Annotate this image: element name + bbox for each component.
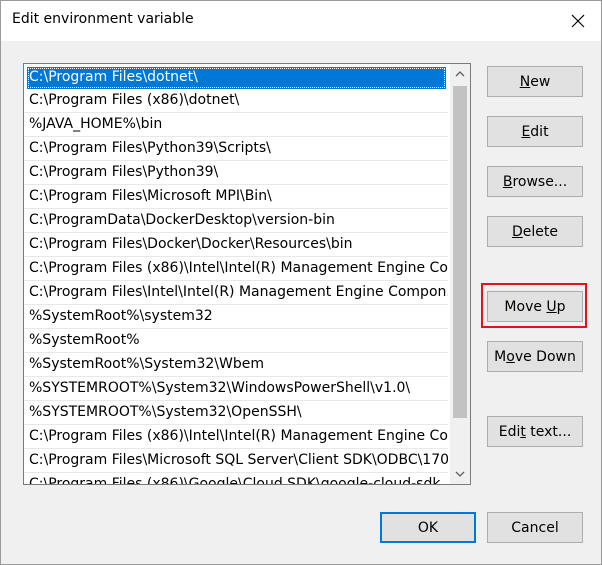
close-icon bbox=[571, 14, 585, 28]
vertical-scrollbar[interactable] bbox=[450, 64, 470, 484]
ok-button-label: OK bbox=[417, 519, 439, 536]
scroll-down-button[interactable] bbox=[450, 464, 470, 484]
cancel-button[interactable]: Cancel bbox=[487, 512, 583, 543]
path-list-item[interactable]: C:\Program Files\Python39\ bbox=[24, 161, 448, 185]
edit-text-button-label: Edit text... bbox=[498, 423, 572, 440]
path-list-item[interactable]: %JAVA_HOME%\bin bbox=[24, 113, 448, 137]
ok-button[interactable]: OK bbox=[380, 512, 476, 543]
new-button-label: New bbox=[519, 73, 551, 90]
browse-button[interactable]: Browse... bbox=[487, 166, 583, 197]
path-list-item[interactable]: %SystemRoot%\System32\Wbem bbox=[24, 353, 448, 377]
scroll-up-button[interactable] bbox=[450, 64, 470, 84]
path-list-item[interactable]: %SYSTEMROOT%\System32\WindowsPowerShell\… bbox=[24, 377, 448, 401]
browse-button-label: Browse... bbox=[502, 173, 568, 190]
path-list-item[interactable]: C:\Program Files (x86)\Intel\Intel(R) Ma… bbox=[24, 425, 448, 449]
edit-env-variable-dialog: Edit environment variable C:\Program Fil… bbox=[0, 0, 602, 565]
delete-button[interactable]: Delete bbox=[487, 216, 583, 247]
edit-button-label: Edit bbox=[521, 123, 549, 140]
title-bar: Edit environment variable bbox=[1, 1, 601, 41]
new-button[interactable]: New bbox=[487, 66, 583, 97]
path-list-item[interactable]: C:\Program Files\Microsoft SQL Server\Cl… bbox=[24, 449, 448, 473]
cancel-button-label: Cancel bbox=[511, 519, 559, 536]
move-down-button[interactable]: Move Down bbox=[487, 341, 583, 372]
move-down-button-label: Move Down bbox=[494, 348, 576, 365]
path-list-item[interactable]: %SystemRoot%\system32 bbox=[24, 305, 448, 329]
path-list-item[interactable]: C:\Program Files (x86)\Intel\Intel(R) Ma… bbox=[24, 257, 448, 281]
path-list-items: C:\Program Files\dotnet\ C:\Program Files… bbox=[24, 64, 448, 484]
path-list[interactable]: C:\Program Files\dotnet\ C:\Program Files… bbox=[23, 63, 471, 485]
edit-button[interactable]: Edit bbox=[487, 116, 583, 147]
scroll-thumb[interactable] bbox=[453, 86, 467, 418]
chevron-up-icon bbox=[455, 71, 465, 77]
path-list-item[interactable]: %SystemRoot% bbox=[24, 329, 448, 353]
path-list-item[interactable]: C:\Program Files (x86)\Google\Cloud SDK\… bbox=[24, 473, 448, 484]
close-button[interactable] bbox=[555, 1, 601, 41]
path-list-item[interactable]: C:\Program Files\Docker\Docker\Resources… bbox=[24, 233, 448, 257]
window-title: Edit environment variable bbox=[12, 11, 194, 27]
path-list-item[interactable]: C:\Program Files (x86)\dotnet\ bbox=[24, 89, 448, 113]
path-list-item[interactable]: C:\Program Files\Intel\Intel(R) Manageme… bbox=[24, 281, 448, 305]
path-list-item[interactable]: C:\ProgramData\DockerDesktop\version-bin bbox=[24, 209, 448, 233]
edit-text-button[interactable]: Edit text... bbox=[487, 416, 583, 447]
path-list-item[interactable]: C:\Program Files\dotnet\ bbox=[27, 67, 446, 89]
delete-button-label: Delete bbox=[512, 223, 558, 240]
chevron-down-icon bbox=[455, 471, 465, 477]
move-up-button[interactable]: Move Up bbox=[487, 291, 583, 322]
move-up-button-label: Move Up bbox=[504, 298, 566, 315]
path-list-item[interactable]: C:\Program Files\Python39\Scripts\ bbox=[24, 137, 448, 161]
path-list-item[interactable]: %SYSTEMROOT%\System32\OpenSSH\ bbox=[24, 401, 448, 425]
path-list-item[interactable]: C:\Program Files\Microsoft MPI\Bin\ bbox=[24, 185, 448, 209]
